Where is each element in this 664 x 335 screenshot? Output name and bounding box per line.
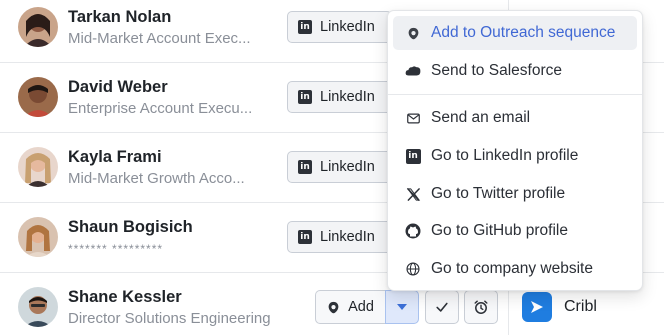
contact-name: Kayla Frami [68, 148, 162, 166]
actions-menu: Add to Outreach sequence Send to Salesfo… [387, 10, 643, 291]
snooze-button[interactable] [464, 290, 498, 324]
linkedin-label: LinkedIn [320, 159, 375, 175]
menu-item-label: Send to Salesforce [431, 62, 562, 79]
linkedin-label: LinkedIn [320, 229, 375, 245]
github-icon [405, 223, 421, 239]
company-logo-icon [522, 292, 552, 322]
avatar [18, 217, 58, 257]
linkedin-icon: in [298, 90, 312, 104]
add-label: Add [348, 299, 374, 315]
menu-item-label: Go to company website [431, 260, 593, 277]
add-dropdown-toggle[interactable] [385, 290, 419, 324]
menu-item-send-email[interactable]: Send an email [393, 101, 637, 135]
menu-item-linkedin-profile[interactable]: in Go to LinkedIn profile [393, 139, 637, 173]
linkedin-button[interactable]: in LinkedIn [287, 81, 392, 113]
contact-name: Shane Kessler [68, 288, 182, 306]
menu-item-add-to-outreach[interactable]: Add to Outreach sequence [393, 16, 637, 50]
menu-item-label: Send an email [431, 109, 531, 126]
contact-title: ******* ********* [68, 242, 164, 256]
contact-title: Mid-Market Growth Acco... [68, 170, 245, 187]
globe-icon [405, 261, 421, 277]
linkedin-icon: in [298, 230, 312, 244]
linkedin-button[interactable]: in LinkedIn [287, 11, 392, 43]
salesforce-icon [405, 63, 421, 79]
outreach-icon [405, 25, 421, 41]
contact-title: Enterprise Account Execu... [68, 100, 253, 117]
alarm-clock-icon [474, 300, 488, 314]
menu-item-label: Go to GitHub profile [431, 222, 568, 239]
add-split-button: Add [315, 290, 419, 324]
linkedin-button[interactable]: in LinkedIn [287, 151, 392, 183]
avatar [18, 77, 58, 117]
linkedin-icon: in [405, 148, 421, 164]
menu-item-github-profile[interactable]: Go to GitHub profile [393, 214, 637, 248]
menu-item-company-website[interactable]: Go to company website [393, 252, 637, 286]
linkedin-button[interactable]: in LinkedIn [287, 221, 392, 253]
x-twitter-icon [405, 186, 421, 202]
avatar [18, 7, 58, 47]
add-button[interactable]: Add [315, 290, 385, 324]
mail-icon [405, 110, 421, 126]
contact-name: Shaun Bogisich [68, 218, 193, 236]
linkedin-icon: in [298, 160, 312, 174]
chevron-down-icon [397, 304, 407, 310]
linkedin-label: LinkedIn [320, 89, 375, 105]
contact-title: Mid-Market Account Exec... [68, 30, 251, 47]
contact-title: Director Solutions Engineering [68, 310, 271, 327]
linkedin-label: LinkedIn [320, 19, 375, 35]
menu-item-twitter-profile[interactable]: Go to Twitter profile [393, 177, 637, 211]
linkedin-icon: in [298, 20, 312, 34]
check-icon [436, 302, 448, 312]
menu-item-send-to-salesforce[interactable]: Send to Salesforce [393, 54, 637, 88]
menu-item-label: Add to Outreach sequence [431, 24, 616, 41]
menu-item-label: Go to LinkedIn profile [431, 147, 579, 164]
contact-name: David Weber [68, 78, 168, 96]
avatar [18, 287, 58, 327]
menu-separator [388, 94, 642, 95]
company-name: Cribl [564, 298, 597, 315]
company-cell[interactable]: Cribl [522, 292, 597, 322]
contact-name: Tarkan Nolan [68, 8, 172, 26]
outreach-icon [328, 301, 339, 313]
avatar [18, 147, 58, 187]
mark-done-button[interactable] [425, 290, 459, 324]
menu-item-label: Go to Twitter profile [431, 185, 566, 202]
